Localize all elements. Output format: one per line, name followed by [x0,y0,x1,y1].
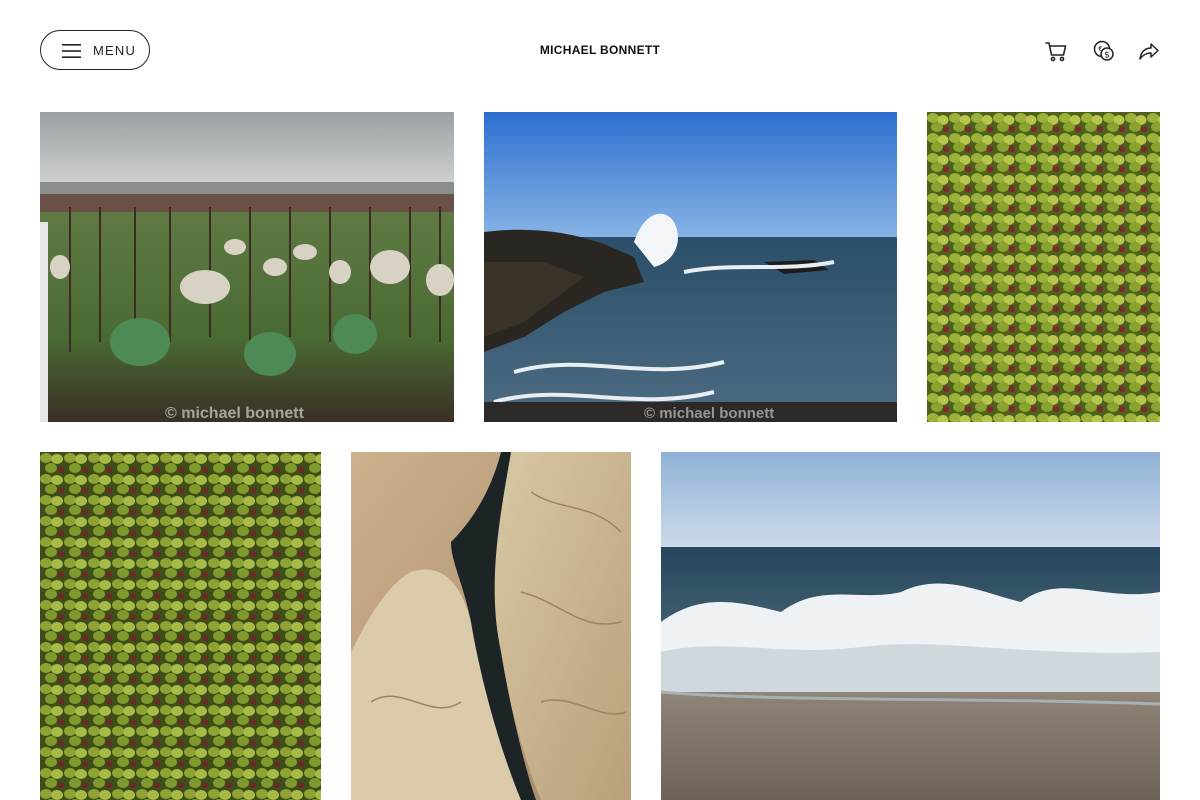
cart-icon[interactable] [1043,38,1069,64]
watermark-text: © michael bonnett [644,405,774,422]
currency-icon[interactable]: $ € [1091,38,1117,64]
photo-coast-waves[interactable]: © michael bonnett [484,112,897,422]
svg-text:$: $ [1104,51,1110,61]
svg-text:€: € [1098,45,1102,53]
watermark-text: © michael bonnett [165,405,305,422]
site-title[interactable]: MICHAEL BONNETT [0,43,1200,57]
share-icon[interactable] [1136,38,1162,64]
photo-olives-2[interactable] [40,452,321,800]
site-header: MENU MICHAEL BONNETT $ € [0,0,1200,100]
photo-surf-beach[interactable] [661,452,1160,800]
photo-sandstone-channel[interactable] [351,452,631,800]
photo-sheep-vineyard[interactable]: © michael bonnett [40,112,454,422]
photo-olives-1[interactable] [927,112,1160,422]
